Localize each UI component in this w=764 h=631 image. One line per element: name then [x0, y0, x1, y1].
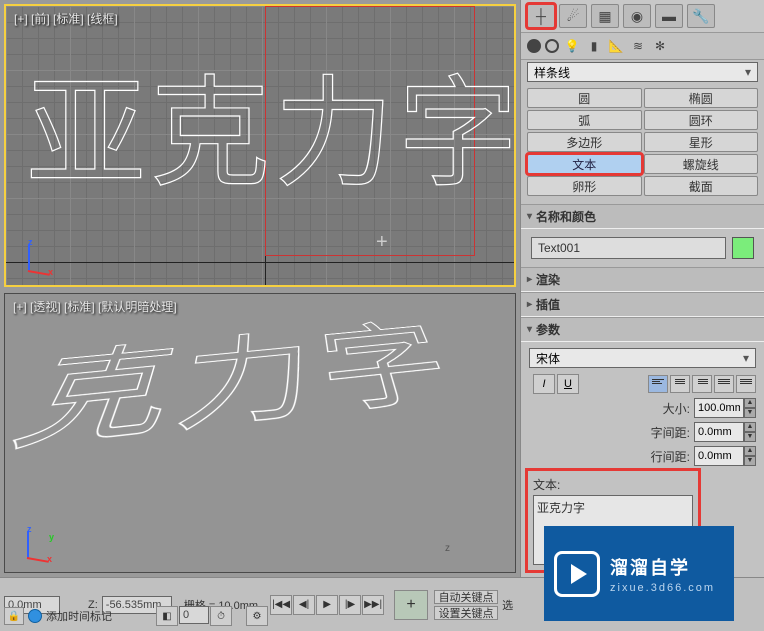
key-mode-icon[interactable]: ◧	[156, 606, 178, 626]
shape-circle[interactable]: 圆	[527, 88, 642, 108]
modify-tab[interactable]: ☄	[559, 4, 587, 28]
italic-toggle[interactable]: I	[533, 374, 555, 394]
viewport-label-front[interactable]: [+] [前] [标准] [线框]	[14, 10, 118, 27]
leading-label: 行间距:	[651, 448, 690, 465]
viewport-perspective[interactable]: [+] [透视] [标准] [默认明暗处理] 克力字 zyx z	[4, 293, 516, 574]
utilities-tab[interactable]: 🔧	[687, 4, 715, 28]
display-tab[interactable]: ▬	[655, 4, 683, 28]
command-panel-tabs: ┼ ☄ ▦ ◉ ▬ 🔧	[521, 0, 764, 33]
shape-buttons: 圆 椭圆 弧 圆环 多边形 星形 文本 螺旋线 卵形 截面	[521, 88, 764, 204]
cursor-icon: +	[376, 231, 388, 254]
viewport-label-perspective[interactable]: [+] [透视] [标准] [默认明暗处理]	[13, 298, 177, 315]
spin-up-icon[interactable]: ▲	[744, 446, 756, 456]
text-content-label: 文本:	[533, 476, 693, 493]
viewport-object-text[interactable]: 亚克力字	[26, 36, 516, 210]
watermark-url: zixue.3d66.com	[610, 582, 715, 594]
shape-donut[interactable]: 圆环	[644, 110, 759, 130]
section-name-color[interactable]: 名称和颜色	[521, 204, 764, 229]
axis-gizmo-persp[interactable]: zyx	[17, 524, 57, 564]
helpers-icon[interactable]: 📐	[607, 37, 625, 55]
spacewarps-icon[interactable]: ≋	[629, 37, 647, 55]
viewport-front[interactable]: [+] [前] [标准] [线框] 亚克力字 + zx	[4, 4, 516, 287]
align-left[interactable]	[648, 375, 668, 393]
time-config-icon[interactable]: ⏱	[210, 606, 232, 626]
shape-helix[interactable]: 螺旋线	[644, 154, 759, 174]
kerning-input[interactable]	[694, 422, 744, 442]
hierarchy-tab[interactable]: ▦	[591, 4, 619, 28]
align-center[interactable]	[670, 375, 690, 393]
spin-down-icon[interactable]: ▼	[744, 432, 756, 442]
object-color-swatch[interactable]	[732, 237, 754, 259]
viewport-object-text-persp[interactable]: 克力字	[4, 295, 481, 480]
size-input[interactable]	[694, 398, 744, 418]
spin-up-icon[interactable]: ▲	[744, 422, 756, 432]
watermark: 溜溜自学 zixue.3d66.com	[544, 526, 734, 621]
axis-x	[6, 262, 514, 263]
font-value: 宋体	[536, 350, 560, 367]
shape-ngon[interactable]: 多边形	[527, 132, 642, 152]
geometry-icon[interactable]	[527, 39, 541, 53]
auto-key-button[interactable]: 自动关键点	[434, 590, 498, 604]
motion-tab[interactable]: ◉	[623, 4, 651, 28]
watermark-title: 溜溜自学	[610, 554, 715, 580]
name-color-body	[521, 229, 764, 267]
align-justify[interactable]	[714, 375, 734, 393]
viewports: [+] [前] [标准] [线框] 亚克力字 + zx [+] [透视] [标准…	[0, 0, 520, 577]
shape-text[interactable]: 文本	[527, 154, 642, 174]
section-render[interactable]: 渲染	[521, 267, 764, 292]
kerning-spinner[interactable]: ▲▼	[694, 422, 756, 442]
shape-arc[interactable]: 弧	[527, 110, 642, 130]
lock-icon[interactable]: 🔒	[4, 607, 24, 625]
axis-gizmo[interactable]: zx	[18, 237, 58, 277]
section-params[interactable]: 参数	[521, 317, 764, 342]
align-right[interactable]	[692, 375, 712, 393]
font-dropdown[interactable]: 宋体	[529, 348, 756, 368]
leading-input[interactable]	[694, 446, 744, 466]
underline-toggle[interactable]: U	[557, 374, 579, 394]
create-categories: 💡 ▮ 📐 ≋ ✻	[521, 33, 764, 60]
add-time-tag[interactable]: 添加时间标记	[46, 608, 112, 624]
key-filter-icon[interactable]: ⚙	[246, 606, 268, 626]
cameras-icon[interactable]: ▮	[585, 37, 603, 55]
leading-spinner[interactable]: ▲▼	[694, 446, 756, 466]
play-logo-icon	[554, 551, 600, 597]
align-distribute[interactable]	[736, 375, 756, 393]
spin-down-icon[interactable]: ▼	[744, 408, 756, 418]
lights-icon[interactable]: 💡	[563, 37, 581, 55]
size-label: 大小:	[663, 400, 690, 417]
shapes-icon[interactable]	[545, 39, 559, 53]
frame-input[interactable]	[179, 606, 209, 624]
time-tag-icon[interactable]	[28, 609, 42, 623]
systems-icon[interactable]: ✻	[651, 37, 669, 55]
object-name-input[interactable]	[531, 237, 726, 259]
size-spinner[interactable]: ▲▼	[694, 398, 756, 418]
create-tab[interactable]: ┼	[527, 4, 555, 28]
shape-egg[interactable]: 卵形	[527, 176, 642, 196]
shape-section[interactable]: 截面	[644, 176, 759, 196]
spin-up-icon[interactable]: ▲	[744, 398, 756, 408]
spin-down-icon[interactable]: ▼	[744, 456, 756, 466]
shape-star[interactable]: 星形	[644, 132, 759, 152]
section-interp[interactable]: 插值	[521, 292, 764, 317]
command-panel: ┼ ☄ ▦ ◉ ▬ 🔧 💡 ▮ 📐 ≋ ✻ 样条线 圆 椭圆	[520, 0, 764, 577]
axis-label: z	[445, 543, 450, 554]
shape-category-dropdown[interactable]: 样条线	[527, 62, 758, 82]
kerning-label: 字间距:	[651, 424, 690, 441]
dropdown-value: 样条线	[534, 64, 570, 81]
shape-ellipse[interactable]: 椭圆	[644, 88, 759, 108]
